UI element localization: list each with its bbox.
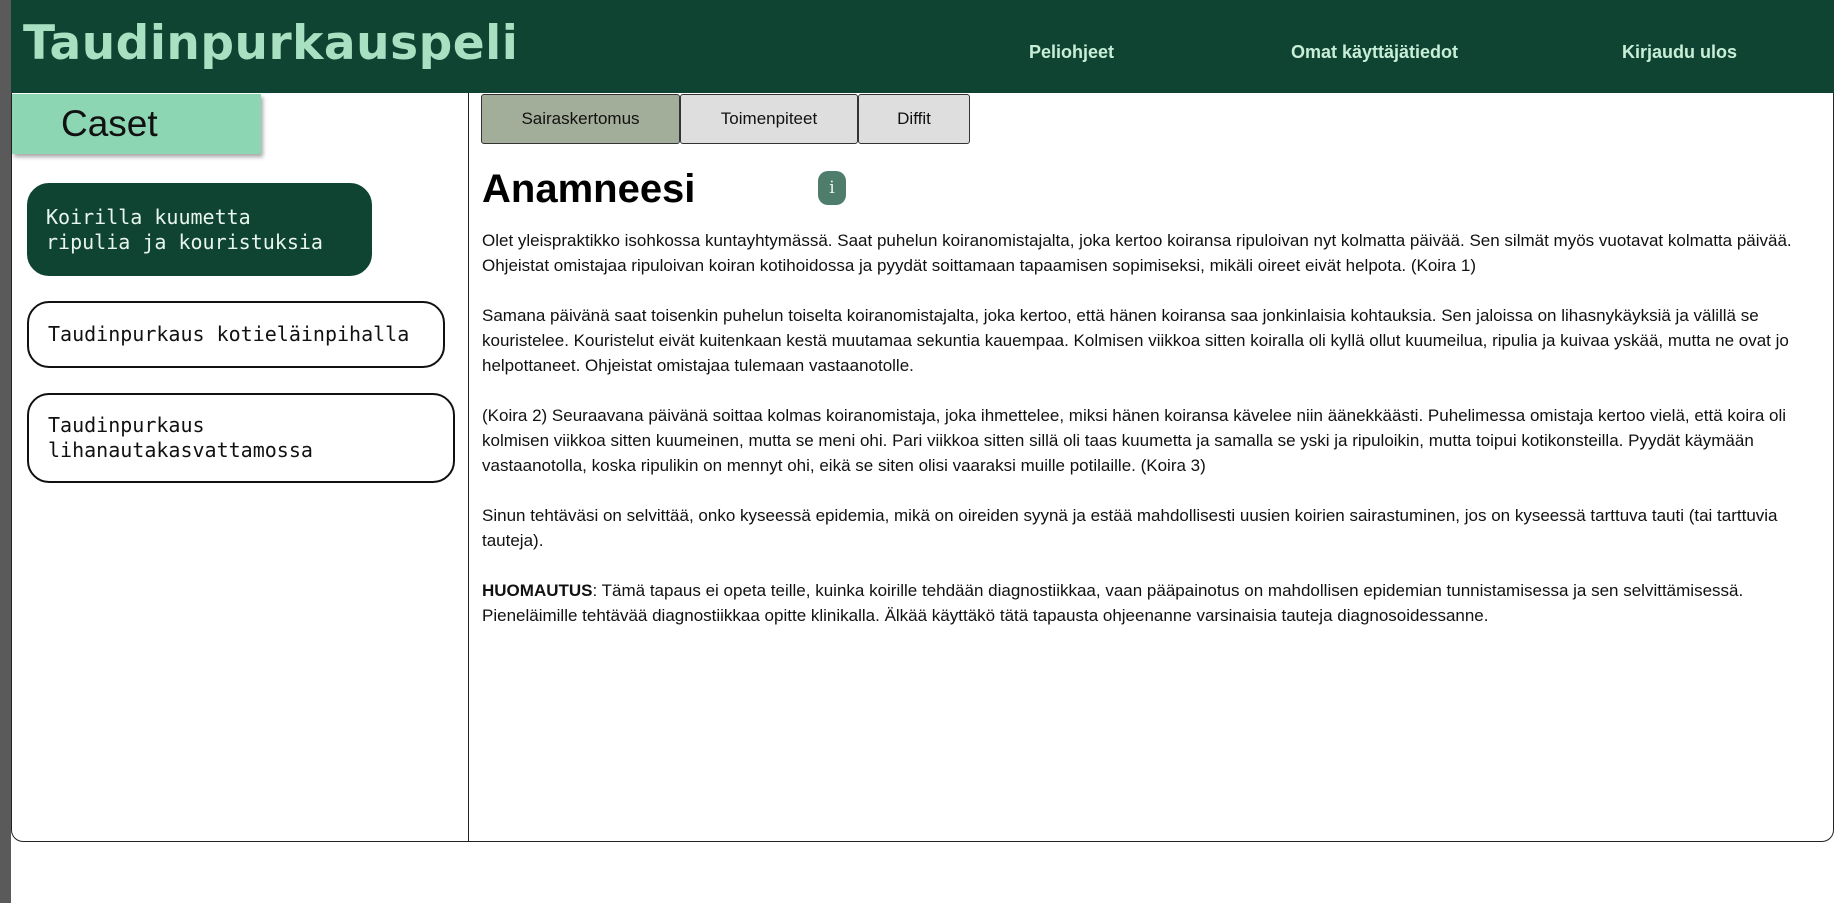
nav-link-omat-kayttajatiedot[interactable]: Omat käyttäjätiedot [1291, 42, 1458, 63]
paragraph-task: Sinun tehtäväsi on selvittää, onko kysee… [482, 506, 1778, 550]
caset-tab-label: Caset [61, 103, 158, 144]
paragraph-koira-2: Samana päivänä saat toisenkin puhelun to… [482, 306, 1789, 375]
tab-sairaskertomus[interactable]: Sairaskertomus [481, 94, 680, 144]
case-button-koirilla-kuumetta[interactable]: Koirilla kuumetta ripulia ja kouristuksi… [27, 183, 372, 276]
paragraph-koira-1: Olet yleispraktikko isohkossa kuntayhtym… [482, 231, 1792, 275]
info-icon[interactable]: i [818, 171, 846, 205]
nav-link-kirjaudu-ulos[interactable]: Kirjaudu ulos [1622, 42, 1737, 63]
app-title: Taudinpurkauspeli [23, 16, 519, 71]
app-header: Taudinpurkauspeli Peliohjeet Omat käyttä… [11, 0, 1834, 94]
case-sidebar: Caset Koirilla kuumetta ripulia ja kouri… [12, 93, 468, 841]
section-heading: Anamneesi [482, 167, 696, 211]
tab-toimenpiteet[interactable]: Toimenpiteet [680, 94, 858, 144]
tab-diffit[interactable]: Diffit [858, 94, 970, 144]
case-button-kotielainpiha[interactable]: Taudinpurkaus kotieläinpihalla [27, 301, 445, 368]
note-text: : Tämä tapaus ei opeta teille, kuinka ko… [482, 581, 1744, 625]
note-label: HUOMAUTUS [482, 581, 593, 600]
anamnesis-text: Olet yleispraktikko isohkossa kuntayhtym… [482, 228, 1820, 653]
caset-tab: Caset [12, 94, 261, 154]
paragraph-note: HUOMAUTUS: Tämä tapaus ei opeta teille, … [482, 578, 1820, 628]
case-button-lihanautakasvattamo[interactable]: Taudinpurkaus lihanautakasvattamossa [27, 393, 455, 483]
case-main-panel: Sairaskertomus Toimenpiteet Diffit Anamn… [468, 93, 1833, 841]
paragraph-koira-3: (Koira 2) Seuraavana päivänä soittaa kol… [482, 406, 1787, 475]
content-frame: Caset Koirilla kuumetta ripulia ja kouri… [11, 93, 1834, 842]
window-left-edge [0, 0, 11, 903]
nav-link-peliohjeet[interactable]: Peliohjeet [1029, 42, 1114, 63]
